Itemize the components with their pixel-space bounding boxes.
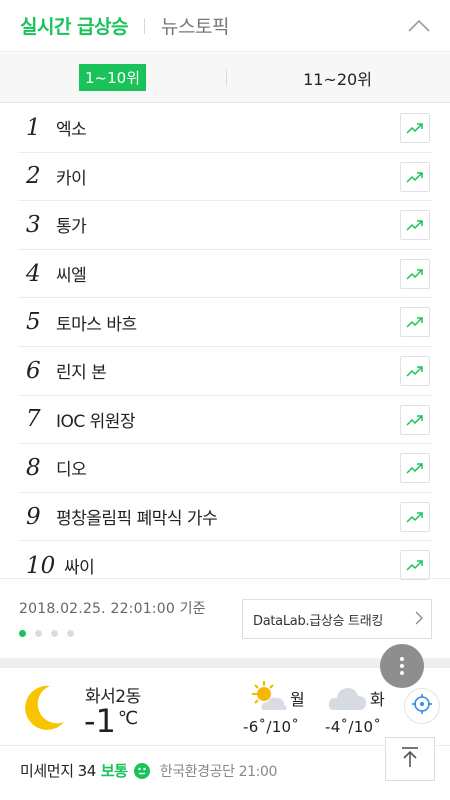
rank-number: 3 xyxy=(26,211,41,238)
trend-chart-icon[interactable] xyxy=(400,161,430,192)
rank-number: 6 xyxy=(26,357,41,384)
ranking-row-5[interactable]: 5 토마스 바흐 xyxy=(18,298,432,347)
dot xyxy=(400,664,404,668)
trend-chart-icon[interactable] xyxy=(400,355,430,386)
trend-chart-icon[interactable] xyxy=(400,307,430,338)
trend-chart-icon[interactable] xyxy=(400,210,430,241)
forecast-day: 월 xyxy=(290,690,305,709)
tab-separator xyxy=(144,17,145,34)
page-dot[interactable] xyxy=(35,630,42,637)
rank-number: 5 xyxy=(26,309,41,336)
ranking-row-1[interactable]: 1 엑소 xyxy=(18,104,432,153)
forecast-temps: -6˚/10˚ xyxy=(243,718,300,736)
temperature-unit: ℃ xyxy=(117,708,139,729)
current-temperature: -1 ℃ xyxy=(84,702,138,740)
fine-dust-source: 한국환경공단 21:00 xyxy=(159,763,278,780)
page-indicator xyxy=(19,630,74,637)
trend-chart-icon[interactable] xyxy=(400,404,430,435)
rank-number: 7 xyxy=(26,406,41,433)
ranking-row-8[interactable]: 8 디오 xyxy=(18,444,432,493)
rank-keyword[interactable]: 린지 본 xyxy=(50,358,107,383)
fine-dust-label: 미세먼지 xyxy=(20,762,74,780)
more-options-button[interactable] xyxy=(380,644,424,688)
divider xyxy=(226,70,227,86)
page-dot[interactable] xyxy=(51,630,58,637)
moon-icon xyxy=(20,682,68,738)
rank-keyword[interactable]: 토마스 바흐 xyxy=(50,310,137,335)
weather-panel[interactable]: 화서2동 -1 ℃ 월 -6˚/10˚ 화 -4˚/10˚ xyxy=(0,668,450,746)
sun-cloud-icon xyxy=(248,680,288,718)
rank-number: 1 xyxy=(26,114,41,141)
dot xyxy=(400,657,404,661)
scroll-to-top-button[interactable] xyxy=(385,737,435,781)
rank-number: 10 xyxy=(26,552,56,579)
trend-chart-icon[interactable] xyxy=(400,501,430,532)
trend-chart-icon[interactable] xyxy=(400,258,430,289)
trend-chart-icon[interactable] xyxy=(400,113,430,143)
location-target-button[interactable] xyxy=(404,688,440,724)
rank-range-tabs: 1~10위 11~20위 xyxy=(0,53,450,103)
rank-number: 9 xyxy=(26,503,41,530)
cloud-icon xyxy=(328,684,368,716)
fine-dust-status: 보통 xyxy=(100,762,128,780)
rank-keyword[interactable]: 씨엘 xyxy=(50,261,87,286)
panel-header: 실시간 급상승 뉴스토픽 xyxy=(0,0,450,52)
rank-keyword[interactable]: 디오 xyxy=(50,455,87,480)
ranking-row-4[interactable]: 4 씨엘 xyxy=(18,250,432,299)
ranking-row-10[interactable]: 10 싸이 xyxy=(18,541,432,590)
rank-keyword[interactable]: 통가 xyxy=(50,212,87,237)
tab-realtime-trending[interactable]: 실시간 급상승 xyxy=(20,12,129,39)
rank-keyword[interactable]: 카이 xyxy=(50,164,87,189)
rank-number: 8 xyxy=(26,454,41,481)
chevron-right-icon xyxy=(415,611,423,629)
ranking-list: 1 엑소 2 카이 3 통가 4 씨엘 5 토마스 바흐 6 린지 본 7 IO… xyxy=(18,104,432,590)
tab-news-topic[interactable]: 뉴스토픽 xyxy=(161,12,229,39)
forecast-day: 화 xyxy=(370,690,385,709)
ranking-row-6[interactable]: 6 린지 본 xyxy=(18,347,432,396)
smile-face-icon xyxy=(133,762,150,779)
rank-keyword[interactable]: 엑소 xyxy=(50,115,87,140)
trend-chart-icon[interactable] xyxy=(400,453,430,484)
tab-rank-11-20-label: 11~20위 xyxy=(303,69,372,89)
trend-chart-icon[interactable] xyxy=(400,550,430,581)
rank-number: 2 xyxy=(26,163,41,190)
current-temperature-value: -1 xyxy=(84,702,116,740)
page-dot-active[interactable] xyxy=(19,630,26,637)
fine-dust-info[interactable]: 미세먼지 34 보통 한국환경공단 21:00 xyxy=(20,760,277,781)
rank-keyword[interactable]: 평창올림픽 폐막식 가수 xyxy=(50,504,218,529)
datalab-button-label: DataLab.급상승 트래킹 xyxy=(253,613,384,629)
arrow-up-icon xyxy=(400,746,420,772)
dot xyxy=(400,671,404,675)
rank-keyword[interactable]: 싸이 xyxy=(58,553,95,578)
ranking-row-3[interactable]: 3 통가 xyxy=(18,201,432,250)
rank-number: 4 xyxy=(26,260,41,287)
page-dot[interactable] xyxy=(67,630,74,637)
ranking-timestamp: 2018.02.25. 22:01:00 기준 xyxy=(19,601,206,617)
tab-rank-11-20[interactable]: 11~20위 xyxy=(225,53,450,102)
chevron-up-icon[interactable] xyxy=(408,16,430,36)
ranking-row-7[interactable]: 7 IOC 위원장 xyxy=(18,396,432,445)
datalab-trending-button[interactable]: DataLab.급상승 트래킹 xyxy=(242,599,432,639)
rank-keyword[interactable]: IOC 위원장 xyxy=(50,407,136,432)
tab-rank-1-10[interactable]: 1~10위 xyxy=(0,53,225,102)
crosshair-icon xyxy=(411,693,433,719)
forecast-temps: -4˚/10˚ xyxy=(325,718,382,736)
divider xyxy=(0,578,450,579)
tab-rank-1-10-label: 1~10위 xyxy=(79,64,146,91)
fine-dust-value: 34 xyxy=(77,761,97,780)
ranking-row-9[interactable]: 9 평창올림픽 폐막식 가수 xyxy=(18,493,432,542)
ranking-row-2[interactable]: 2 카이 xyxy=(18,153,432,202)
